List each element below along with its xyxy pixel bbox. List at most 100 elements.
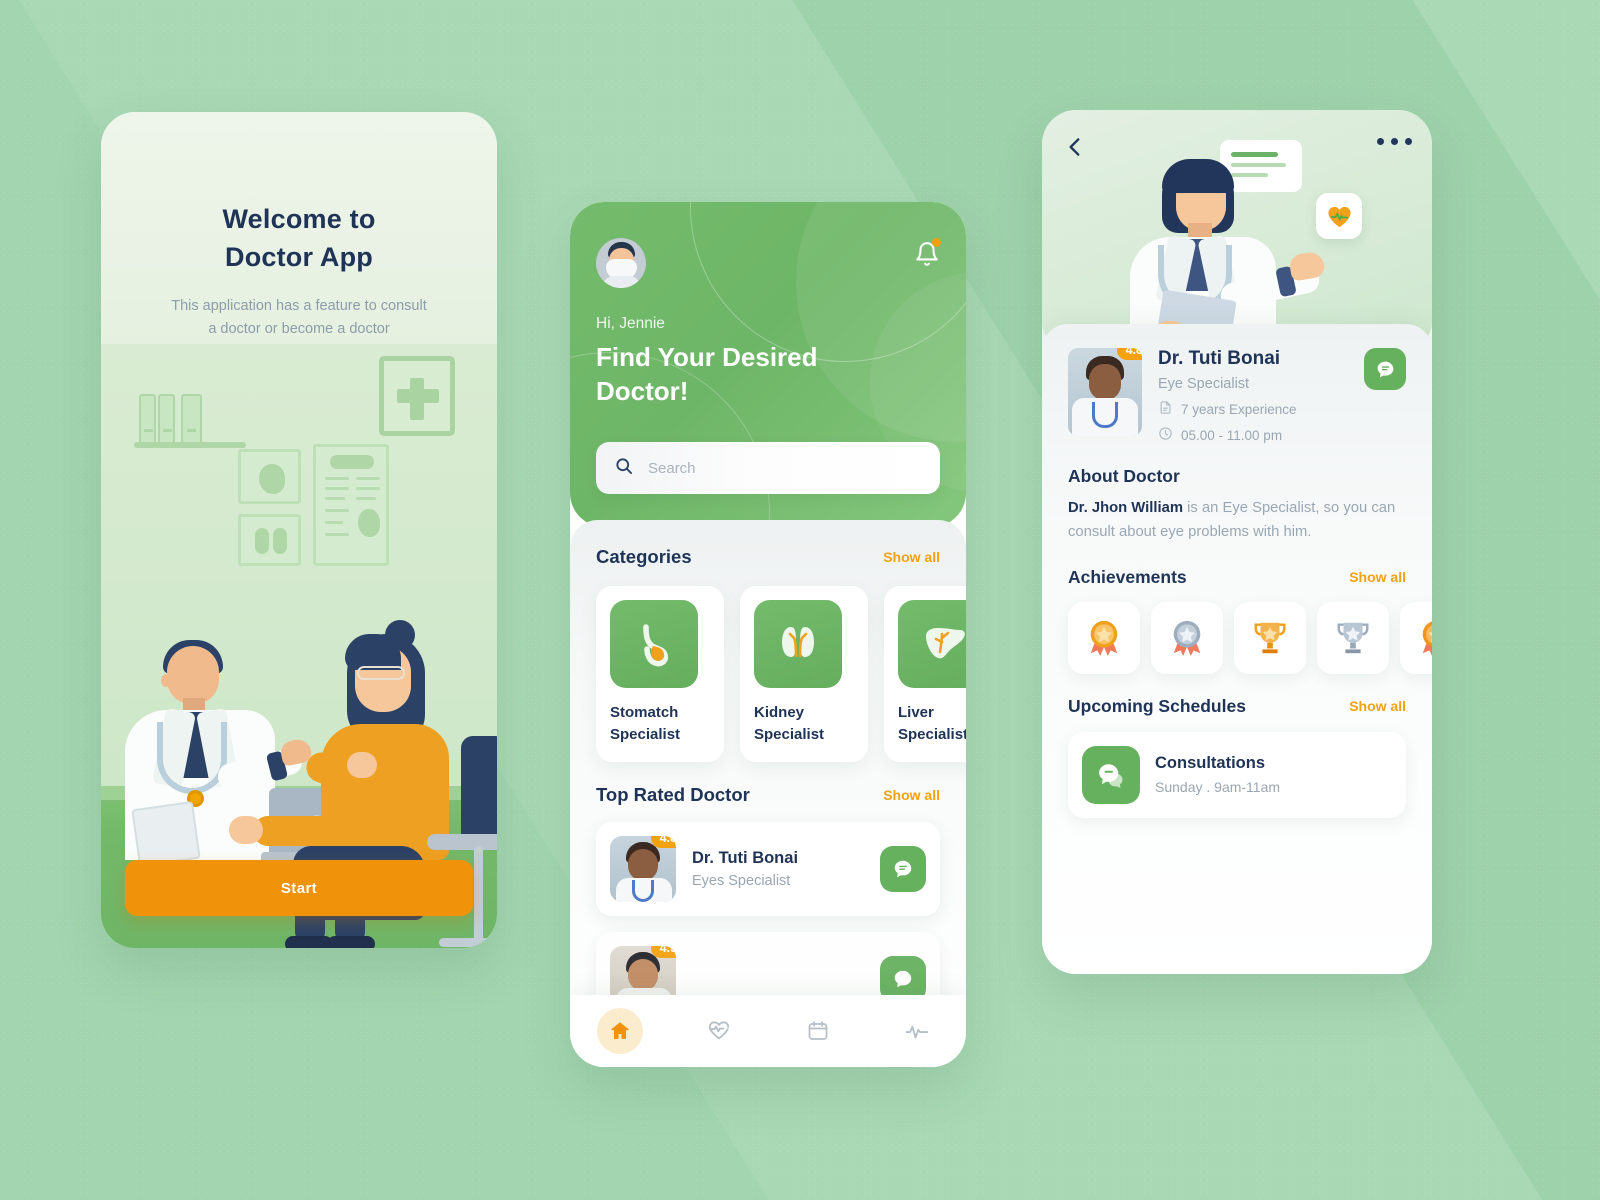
schedule-card[interactable]: Consultations Sunday . 9am-11am [1068, 731, 1406, 818]
female-doctor-illustration [1100, 153, 1330, 345]
top-rated-show-all[interactable]: Show all [883, 787, 940, 803]
doctor-name: Dr. Tuti Bonai [692, 848, 799, 867]
home-headline: Find Your Desired Doctor! [596, 341, 916, 409]
category-label-line2: Specialist [754, 725, 825, 743]
achievements-list [1068, 601, 1432, 674]
welcome-subtitle-line2: a doctor or become a doctor [208, 321, 390, 338]
rating-badge: 4.8 [650, 835, 676, 848]
doctor-hours-text: 05.00 - 11.00 pm [1181, 427, 1283, 443]
schedules-header: Upcoming Schedules Show all [1068, 696, 1406, 717]
category-card-kidney[interactable]: Kidney Specialist [740, 586, 868, 762]
headline-line1: Find Your Desired [596, 342, 818, 372]
achievement-gold-medal-icon[interactable] [1068, 601, 1140, 674]
welcome-title-line2: Doctor App [225, 242, 373, 273]
schedule-subtitle: Sunday . 9am-11am [1155, 779, 1281, 796]
chat-button[interactable] [880, 845, 926, 892]
page-title: Welcome to Doctor App [101, 200, 497, 277]
doctor-detail-screen: 4.8 Dr. Tuti Bonai Eye Specialist 7 year… [1042, 110, 1432, 974]
consultation-chat-icon [1082, 745, 1140, 804]
doctor-card[interactable]: 4.8 Dr. Tuti Bonai Eyes Specialist [596, 821, 940, 916]
category-label-line2: Specialist [898, 725, 966, 743]
stomach-icon [610, 600, 698, 688]
home-screen: Hi, Jennie Find Your Desired Doctor! Sea… [570, 202, 966, 1067]
category-label-line2: Specialist [610, 725, 681, 743]
start-button[interactable]: Start [125, 860, 473, 916]
clock-icon [1158, 426, 1173, 444]
greeting-text: Hi, Jennie [596, 315, 665, 332]
doctor-hours: 05.00 - 11.00 pm [1158, 426, 1297, 444]
welcome-subtitle: This application has a feature to consul… [139, 295, 459, 342]
kidney-icon [754, 600, 842, 688]
category-label-line1: Liver [898, 704, 934, 721]
document-icon [1158, 400, 1173, 418]
first-aid-cross-icon [379, 356, 455, 436]
top-rated-title: Top Rated Doctor [596, 783, 750, 805]
doctor-experience-text: 7 years Experience [1181, 401, 1297, 417]
detail-sheet: 4.8 Dr. Tuti Bonai Eye Specialist 7 year… [1042, 324, 1432, 974]
about-text: Dr. Jhon William is an Eye Specialist, s… [1068, 497, 1406, 545]
notification-bell-icon[interactable] [914, 238, 941, 268]
rating-badge: 4.8 [1116, 348, 1142, 360]
category-card-liver[interactable]: Liver Specialist [884, 586, 966, 762]
bottom-navigation [570, 995, 966, 1067]
schedule-title: Consultations [1155, 754, 1265, 773]
welcome-screen: Welcome to Doctor App This application h… [101, 112, 497, 948]
nav-calendar-icon[interactable] [795, 1008, 841, 1054]
doctor-profile: 4.8 Dr. Tuti Bonai Eye Specialist 7 year… [1068, 348, 1406, 444]
category-card-stomach[interactable]: Stomatch Specialist [596, 586, 724, 762]
doctor-name: Dr. Tuti Bonai [1158, 348, 1281, 369]
nav-heartbeat-icon[interactable] [696, 1008, 742, 1054]
doctor-specialty: Eye Specialist [1158, 376, 1250, 392]
glasses-icon [357, 666, 405, 680]
doctor-photo: 4.8 [1068, 348, 1142, 436]
book-icon [158, 394, 175, 444]
detail-hero [1042, 110, 1432, 345]
home-header: Hi, Jennie Find Your Desired Doctor! Sea… [570, 202, 966, 527]
more-horizontal-icon[interactable] [1377, 138, 1412, 145]
schedules-title: Upcoming Schedules [1068, 695, 1246, 716]
welcome-subtitle-line1: This application has a feature to consul… [171, 298, 427, 314]
welcome-title-line1: Welcome to [222, 204, 376, 234]
stomach-poster-icon [238, 449, 301, 504]
headline-line2: Doctor! [596, 375, 689, 406]
top-rated-header: Top Rated Doctor Show all [570, 784, 966, 806]
chevron-left-icon[interactable] [1062, 134, 1092, 164]
notification-dot [932, 238, 941, 247]
chart-poster-icon [313, 444, 389, 566]
chair-icon [461, 736, 497, 844]
categories-list: Stomatch Specialist Kidney Specialist Li… [570, 568, 966, 762]
search-input[interactable]: Search [596, 442, 940, 494]
achievement-silver-trophy-icon[interactable] [1317, 601, 1389, 674]
search-icon [614, 456, 634, 481]
doctor-specialty: Eyes Specialist [692, 872, 791, 889]
book-icon [139, 394, 156, 444]
achievement-gold-medal-icon[interactable] [1400, 601, 1432, 674]
about-title: About Doctor [1068, 466, 1180, 486]
chat-button[interactable] [1364, 348, 1406, 390]
categories-show-all[interactable]: Show all [883, 549, 940, 565]
kidney-poster-icon [238, 514, 301, 566]
doctor-photo: 4.8 [610, 835, 676, 902]
nav-pulse-activity-icon[interactable] [894, 1008, 940, 1054]
achievements-show-all[interactable]: Show all [1349, 569, 1406, 585]
achievements-title: Achievements [1068, 566, 1187, 587]
avatar[interactable] [596, 238, 646, 288]
schedules-show-all[interactable]: Show all [1349, 698, 1406, 714]
liver-icon [898, 600, 966, 688]
search-placeholder: Search [648, 459, 696, 477]
doctor-experience: 7 years Experience [1158, 400, 1297, 418]
achievement-silver-medal-icon[interactable] [1151, 601, 1223, 674]
category-label-line1: Kidney [754, 704, 805, 721]
clipboard-icon [131, 800, 201, 868]
stethoscope-icon [157, 722, 227, 794]
achievements-header: Achievements Show all [1068, 567, 1406, 588]
categories-header: Categories Show all [570, 520, 966, 568]
category-label-line1: Stomatch [610, 704, 679, 721]
nav-home-icon[interactable] [596, 1008, 643, 1054]
achievement-gold-trophy-icon[interactable] [1234, 601, 1306, 674]
categories-title: Categories [596, 546, 692, 567]
rating-badge: 4.5 [650, 945, 676, 958]
about-highlight: Dr. Jhon William [1068, 500, 1183, 516]
consultation-illustration [101, 344, 497, 948]
book-icon [181, 394, 202, 444]
